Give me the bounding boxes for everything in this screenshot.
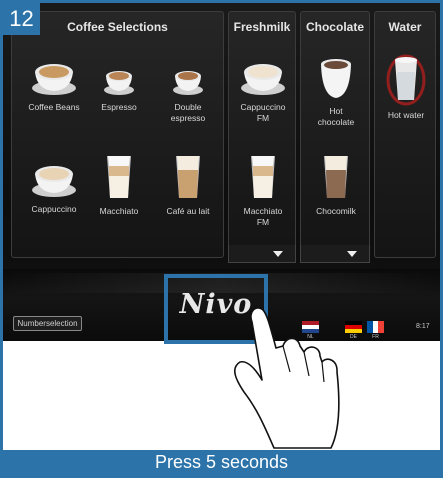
freshmilk-scroll-tab[interactable] <box>228 245 296 263</box>
flag-label: FR <box>372 334 379 340</box>
panel-chocolate: Chocolate Hot chocolate Chocomilk <box>300 11 370 258</box>
clock: 8:17 <box>416 323 430 330</box>
nivo-logo[interactable]: Nivo <box>168 289 264 320</box>
cafe-au-lait-glass-icon <box>150 152 226 202</box>
drink-label: Double espresso <box>170 102 206 123</box>
panel-water: Water Hot water <box>374 11 436 258</box>
drink-chocomilk[interactable]: Chocomilk <box>298 152 374 217</box>
step-number: 12 <box>3 3 40 35</box>
flag-de-icon[interactable] <box>345 320 362 333</box>
macchiato-glass-icon <box>81 152 157 202</box>
chocolate-cup-icon <box>298 58 374 102</box>
flag-nl-icon[interactable] <box>302 320 319 333</box>
espresso-cup-icon <box>150 64 226 98</box>
panel-coffee-selections: Coffee Selections Coffee Beans Espresso … <box>11 11 224 258</box>
chocomilk-glass-icon <box>298 152 374 202</box>
panel-title: Water <box>388 20 422 34</box>
panel-title: Chocolate <box>305 20 364 34</box>
drink-label: Macchiato <box>99 206 139 216</box>
panel-title: Freshmilk <box>233 20 291 34</box>
drink-hot-water[interactable]: Hot water <box>368 50 440 121</box>
drink-label: Espresso <box>101 102 137 112</box>
drink-cafe-au-lait[interactable]: Café au lait <box>150 152 226 217</box>
drink-label: Hot chocolate <box>317 106 355 127</box>
number-selection-button[interactable]: Numberselection <box>13 316 82 331</box>
macchiato-glass-icon <box>225 152 301 202</box>
drink-label: Hot water <box>387 110 425 120</box>
drink-label: Café au lait <box>166 206 210 216</box>
drink-macchiato[interactable]: Macchiato <box>81 152 157 217</box>
chocolate-scroll-tab[interactable] <box>300 245 370 263</box>
drink-label: Cappuccino FM <box>240 102 286 123</box>
panel-freshmilk: Freshmilk Cappuccino FM Macchiato FM <box>228 11 296 258</box>
cappuccino-cup-icon <box>225 58 301 98</box>
drink-macchiato-fm[interactable]: Macchiato FM <box>225 152 301 228</box>
drink-cappuccino-fm[interactable]: Cappuccino FM <box>225 58 301 124</box>
drink-label: Macchiato FM <box>243 206 283 227</box>
drink-espresso[interactable]: Espresso <box>81 64 157 113</box>
chevron-down-icon <box>273 251 283 257</box>
instruction-caption: Press 5 seconds <box>3 450 440 475</box>
drink-label: Chocomilk <box>316 206 356 216</box>
flag-label: DE <box>350 334 357 340</box>
chevron-down-icon <box>347 251 357 257</box>
hot-water-glass-icon <box>368 50 440 106</box>
espresso-cup-icon <box>81 64 157 98</box>
flag-fr-icon[interactable] <box>367 320 384 333</box>
drink-double-espresso[interactable]: Double espresso <box>150 64 226 124</box>
panel-title: Coffee Selections <box>67 20 168 34</box>
drink-hot-chocolate[interactable]: Hot chocolate <box>298 58 374 128</box>
flag-label: NL <box>307 334 314 340</box>
